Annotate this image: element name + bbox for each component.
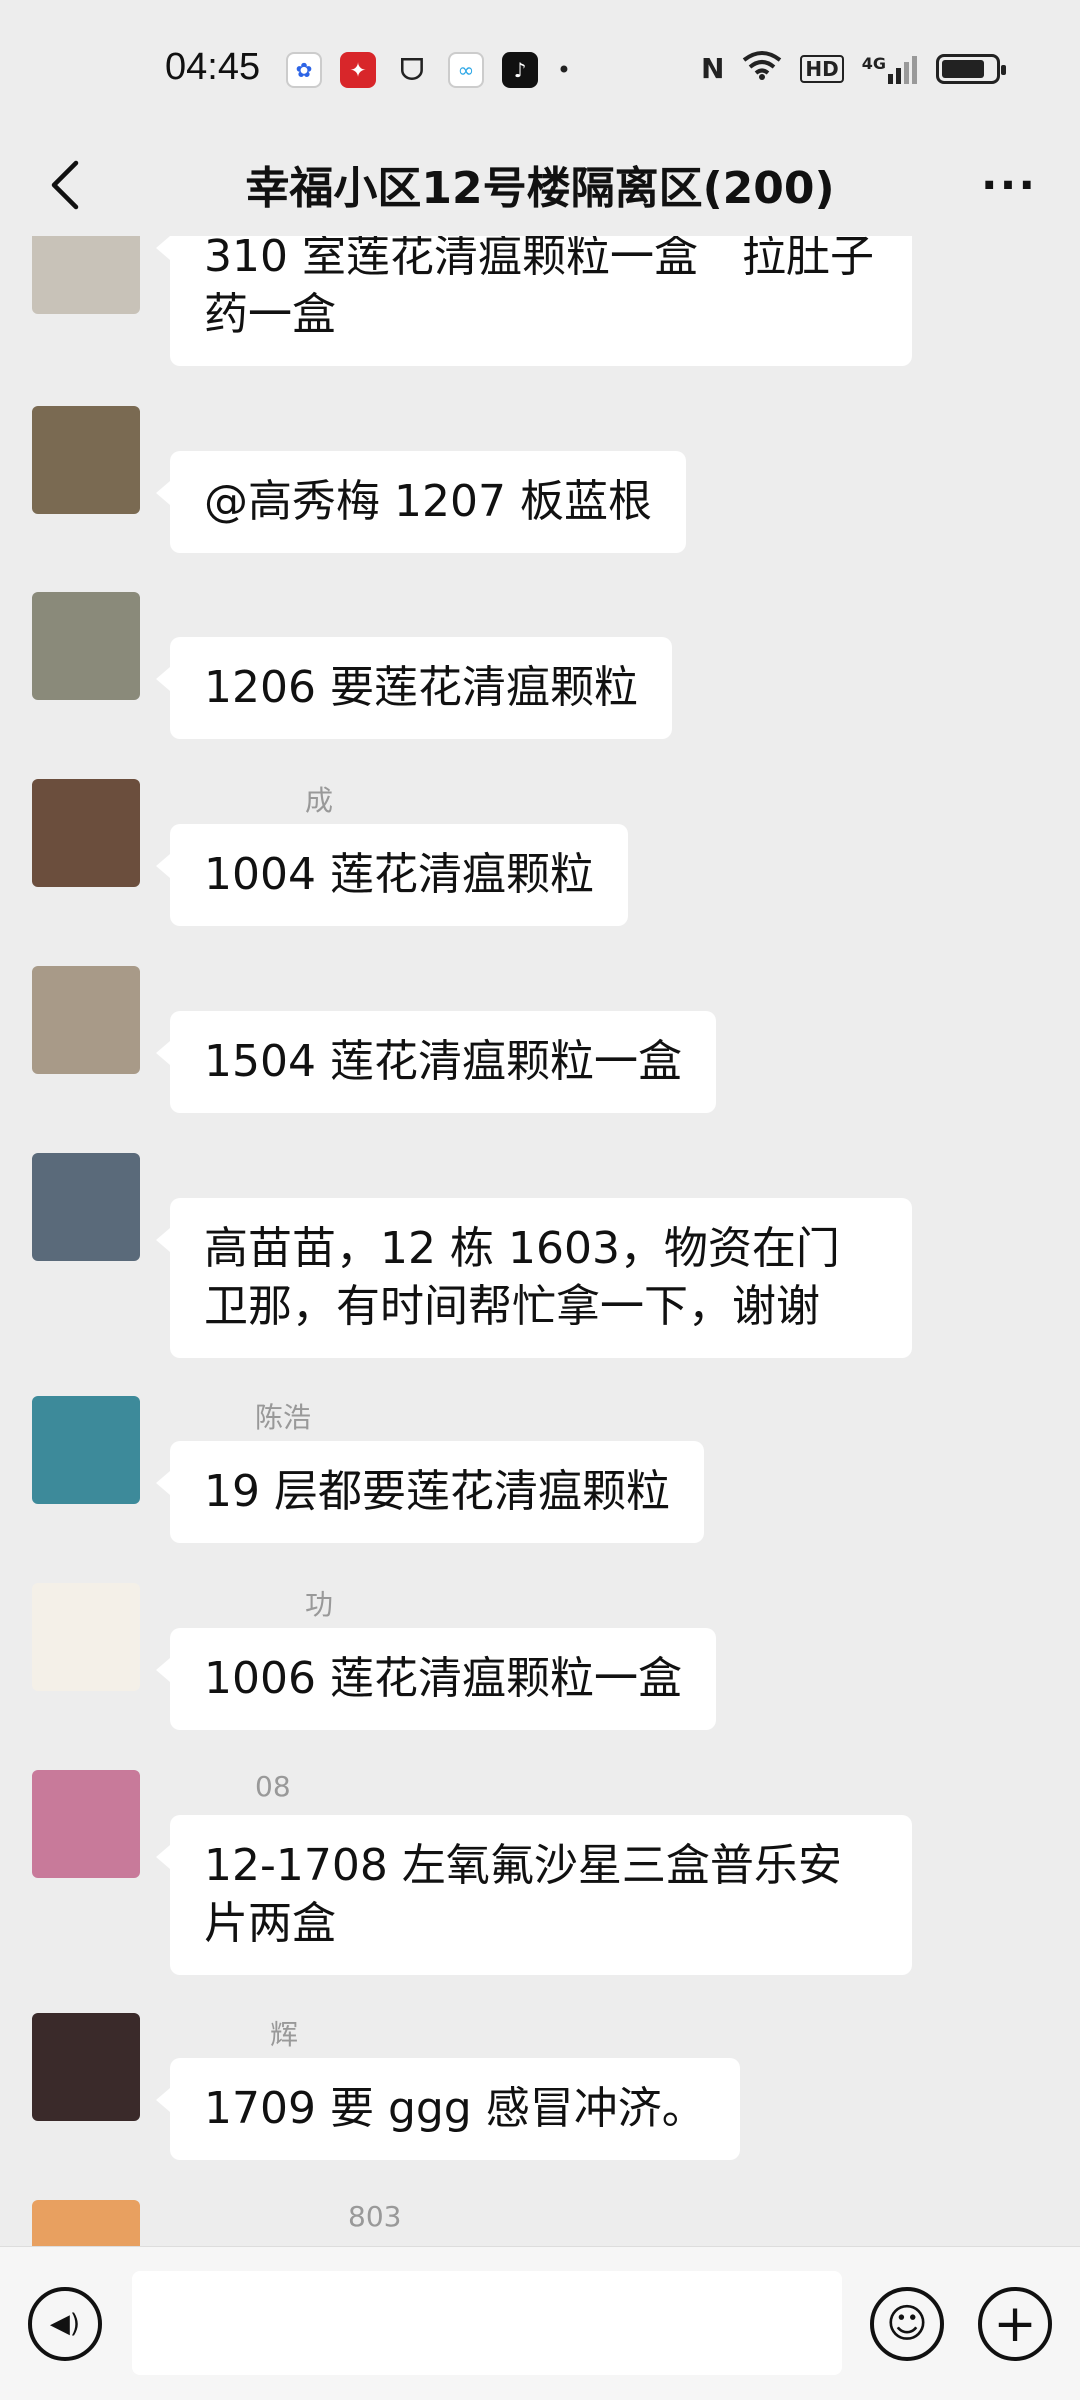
message-bubble[interactable]: 1004 莲花清瘟颗粒 — [156, 824, 628, 926]
sender-name: 辉 — [270, 2018, 299, 2051]
chat-title: 幸福小区12号楼隔离区(200) — [245, 163, 835, 214]
cloud-app-icon: ∞ — [448, 52, 484, 88]
avatar[interactable] — [32, 2200, 140, 2246]
battery-fill — [942, 59, 984, 78]
hd-icon: HD — [800, 54, 844, 83]
avatar[interactable] — [32, 236, 140, 314]
status-bar: 04:45 ✿ ✦ ᗜ ∞ ♪ • N HD 4G — [0, 0, 1080, 140]
sender-name: 803 — [348, 2200, 402, 2233]
signal-4g-icon: 4G — [862, 54, 918, 84]
avatar[interactable] — [32, 1396, 140, 1504]
emoji-icon: ☺ — [886, 2301, 928, 2347]
voice-button[interactable]: ◀) — [28, 2287, 102, 2361]
message-text: 1006 莲花清瘟颗粒一盒 — [204, 1653, 682, 1704]
system-icons: N HD 4G — [700, 50, 1006, 87]
avatar-fill — [32, 779, 140, 887]
more-functions-button[interactable]: + — [978, 2287, 1052, 2361]
sender-name: 陈浩 — [255, 1401, 312, 1434]
message-bubble[interactable]: 1206 要莲花清瘟颗粒 — [156, 637, 672, 739]
sender-name: 功 — [305, 1588, 334, 1621]
message-text: 1504 莲花清瘟颗粒一盒 — [204, 1036, 682, 1087]
message-bubble[interactable]: 310 室莲花清瘟颗粒一盒 拉肚子药一盒 — [156, 236, 912, 366]
avatar[interactable] — [32, 966, 140, 1074]
more-button[interactable]: ··· — [974, 150, 1044, 220]
baidu-icon: ✿ — [286, 52, 322, 88]
message-input[interactable] — [132, 2271, 842, 2375]
tiktok-icon: ♪ — [502, 52, 538, 88]
avatar[interactable] — [32, 592, 140, 700]
network-label: 4G — [861, 53, 886, 73]
xuexi-icon: ✦ — [340, 52, 376, 88]
message-bubble[interactable]: 1504 莲花清瘟颗粒一盒 — [156, 1011, 716, 1113]
emoji-button[interactable]: ☺ — [870, 2287, 944, 2361]
message-text: 1004 莲花清瘟颗粒 — [204, 849, 594, 900]
voice-icon: ◀) — [49, 2309, 81, 2339]
wifi-icon — [742, 50, 782, 87]
status-time: 04:45 — [165, 46, 261, 88]
message-text: 1709 要 ggg 感冒冲济。 — [204, 2083, 706, 2134]
avatar-fill — [32, 1396, 140, 1504]
input-bar: ◀) ☺ + — [0, 2246, 1080, 2400]
message-text: 19 层都要莲花清瘟颗粒 — [204, 1466, 670, 1517]
message-text: @高秀梅 1207 板蓝根 — [204, 476, 652, 527]
avatar[interactable] — [32, 779, 140, 887]
message-bubble[interactable]: @高秀梅 1207 板蓝根 — [156, 451, 686, 553]
message-bubble[interactable]: 1709 要 ggg 感冒冲济。 — [156, 2058, 740, 2160]
notification-icons: ✿ ✦ ᗜ ∞ ♪ • — [286, 52, 572, 88]
avatar-fill — [32, 1153, 140, 1261]
nav-bar: 幸福小区12号楼隔离区(200) ··· — [0, 130, 1080, 240]
avatar-fill — [32, 1583, 140, 1691]
sender-name: 08 — [255, 1770, 291, 1803]
avatar-fill — [32, 406, 140, 514]
message-text: 1206 要莲花清瘟颗粒 — [204, 662, 638, 713]
avatar-fill — [32, 236, 140, 314]
message-list[interactable]: 310 室莲花清瘟颗粒一盒 拉肚子药一盒 @高秀梅 1207 板蓝根 1206 … — [0, 236, 1080, 2246]
battery-icon — [936, 53, 1006, 84]
more-dot-icon: • — [556, 56, 572, 84]
avatar-fill — [32, 592, 140, 700]
avatar[interactable] — [32, 1583, 140, 1691]
avatar-fill — [32, 1770, 140, 1878]
more-dots-icon: ··· — [980, 159, 1038, 211]
plus-icon: + — [993, 2294, 1037, 2354]
avatar-fill — [32, 966, 140, 1074]
message-text: 310 室莲花清瘟颗粒一盒 拉肚子药一盒 — [204, 236, 874, 340]
sender-name: 成 — [305, 784, 334, 817]
message-bubble[interactable]: 1006 莲花清瘟颗粒一盒 — [156, 1628, 716, 1730]
message-text: 12-1708 左氧氟沙星三盒普乐安片两盒 — [204, 1840, 842, 1949]
avatar-fill — [32, 2013, 140, 2121]
avatar[interactable] — [32, 2013, 140, 2121]
avatar[interactable] — [32, 1153, 140, 1261]
message-bubble[interactable]: 12-1708 左氧氟沙星三盒普乐安片两盒 — [156, 1815, 912, 1975]
message-bubble[interactable]: 19 层都要莲花清瘟颗粒 — [156, 1441, 704, 1543]
chat-bubble-icon: ᗜ — [399, 52, 425, 88]
message-bubble[interactable]: 高苗苗，12 栋 1603，物资在门卫那，有时间帮忙拿一下，谢谢 — [156, 1198, 912, 1358]
message-text: 高苗苗，12 栋 1603，物资在门卫那，有时间帮忙拿一下，谢谢 — [204, 1223, 840, 1332]
nfc-icon: N — [700, 52, 725, 85]
avatar-fill — [32, 2200, 140, 2246]
avatar[interactable] — [32, 1770, 140, 1878]
avatar[interactable] — [32, 406, 140, 514]
